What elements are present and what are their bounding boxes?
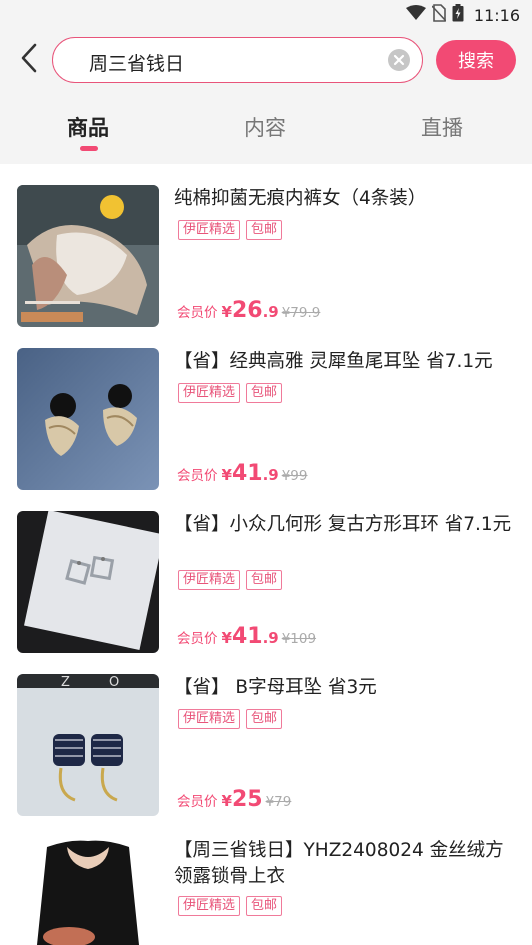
result-tabs: 商品 内容 直播 <box>0 104 532 154</box>
price-integer: 41 <box>231 461 263 486</box>
status-time: 11:16 <box>473 5 520 25</box>
product-item[interactable]: 【省】小众几何形 复古方形耳环 省7.1元 伊匠精选 包邮 会员价 ¥41.9 ¥1… <box>0 490 532 653</box>
currency-symbol: ¥ <box>221 629 232 647</box>
product-tags: 伊匠精选 包邮 <box>178 570 283 590</box>
price-integer: 26 <box>231 298 263 323</box>
currency-symbol: ¥ <box>221 303 232 321</box>
currency-symbol: ¥ <box>221 466 232 484</box>
price-decimal: .9 <box>262 629 279 647</box>
tag-free-shipping: 包邮 <box>246 383 283 403</box>
price-row: 会员价 ¥25 ¥79 <box>177 787 291 813</box>
tag-free-shipping: 包邮 <box>246 220 283 240</box>
product-title: 纯棉抑菌无痕内裤女（4条装） <box>174 188 427 209</box>
search-header: 周三省钱日 搜索 商品 内容 直播 <box>0 30 532 164</box>
tag-free-shipping: 包邮 <box>246 709 283 729</box>
product-item[interactable]: 【周三省钱日】YHZ2408024 金丝绒方领露锁骨上衣 伊匠精选 包邮 <box>0 816 532 945</box>
tag-free-shipping: 包邮 <box>246 896 283 916</box>
product-tags: 伊匠精选 包邮 <box>178 896 283 916</box>
price-row: 会员价 ¥41.9 ¥99 <box>177 461 307 487</box>
product-image-fishtail-earrings <box>17 348 159 490</box>
member-price-label: 会员价 <box>177 468 218 484</box>
clear-search-button[interactable] <box>388 49 410 71</box>
product-image-underwear <box>17 185 159 327</box>
search-input[interactable]: 周三省钱日 <box>52 37 423 83</box>
product-item[interactable]: 【省】经典高雅 灵犀鱼尾耳坠 省7.1元 伊匠精选 包邮 会员价 ¥41.9 ¥99 <box>0 327 532 490</box>
product-tags: 伊匠精选 包邮 <box>178 220 283 240</box>
tag-selected: 伊匠精选 <box>178 896 241 916</box>
original-price: ¥79 <box>265 794 292 810</box>
product-title: 【省】 B字母耳坠 省3元 <box>174 677 377 698</box>
tab-content[interactable]: 内容 <box>244 112 286 142</box>
battery-icon <box>452 4 464 26</box>
svg-text:O: O <box>109 675 119 690</box>
chevron-left-icon <box>19 43 39 77</box>
tag-selected: 伊匠精选 <box>178 220 241 240</box>
wifi-icon <box>405 5 426 25</box>
clear-circle-icon <box>393 51 405 70</box>
price-integer: 41 <box>231 624 263 649</box>
back-button[interactable] <box>12 42 46 78</box>
tag-selected: 伊匠精选 <box>178 570 241 590</box>
tab-live[interactable]: 直播 <box>421 112 463 142</box>
active-tab-indicator <box>80 146 98 151</box>
tag-selected: 伊匠精选 <box>178 383 241 403</box>
product-image-velvet-top <box>17 837 159 945</box>
price-decimal: .9 <box>262 466 279 484</box>
price-integer: 25 <box>231 787 263 812</box>
search-input-value: 周三省钱日 <box>89 53 185 75</box>
member-price-label: 会员价 <box>177 631 218 647</box>
svg-text:Z: Z <box>61 675 70 690</box>
tab-products[interactable]: 商品 <box>67 112 109 142</box>
search-button[interactable]: 搜索 <box>436 40 516 80</box>
price-row: 会员价 ¥41.9 ¥109 <box>177 624 316 650</box>
product-tags: 伊匠精选 包邮 <box>178 383 283 403</box>
price-decimal: .9 <box>262 303 279 321</box>
original-price: ¥109 <box>281 631 317 647</box>
member-price-label: 会员价 <box>177 794 218 810</box>
currency-symbol: ¥ <box>221 792 232 810</box>
no-sim-icon <box>431 4 447 26</box>
product-title: 【周三省钱日】YHZ2408024 金丝绒方领露锁骨上衣 <box>174 840 504 887</box>
status-bar: 11:16 <box>0 0 532 30</box>
product-tags: 伊匠精选 包邮 <box>178 709 283 729</box>
product-image-b-letter-earrings: Z O <box>17 674 159 816</box>
product-image-square-earrings <box>17 511 159 653</box>
original-price: ¥79.9 <box>281 305 321 321</box>
member-price-label: 会员价 <box>177 305 218 321</box>
product-item[interactable]: Z O 【省】 B字母耳坠 省3元 伊匠精选 包邮 会员价 ¥25 ¥79 <box>0 653 532 816</box>
tag-free-shipping: 包邮 <box>246 570 283 590</box>
price-row: 会员价 ¥26.9 ¥79.9 <box>177 298 320 324</box>
product-title: 【省】小众几何形 复古方形耳环 省7.1元 <box>174 514 512 535</box>
product-title: 【省】经典高雅 灵犀鱼尾耳坠 省7.1元 <box>174 351 493 372</box>
product-item[interactable]: 纯棉抑菌无痕内裤女（4条装） 伊匠精选 包邮 会员价 ¥26.9 ¥79.9 <box>0 164 532 327</box>
status-icons: 11:16 <box>405 4 520 26</box>
original-price: ¥99 <box>281 468 308 484</box>
tag-selected: 伊匠精选 <box>178 709 241 729</box>
